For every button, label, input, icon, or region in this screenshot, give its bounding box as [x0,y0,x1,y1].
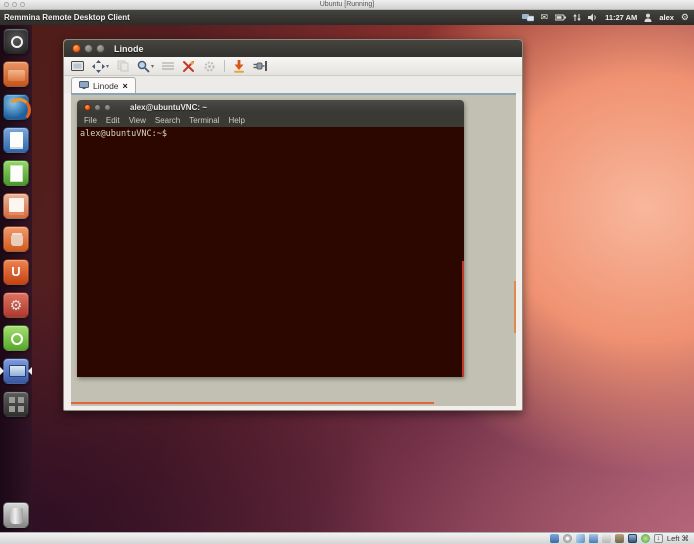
menu-search[interactable]: Search [155,116,180,125]
shell-prompt: alex@ubuntuVNC:~$ [77,127,464,141]
battery-icon[interactable] [555,14,566,21]
unity-launcher [0,25,32,532]
launcher-software-updater[interactable] [3,325,29,351]
tab-display-icon [79,81,89,91]
window-close-button[interactable] [72,44,81,53]
launcher-workspace-switcher[interactable] [3,391,29,417]
connection-tab-linode[interactable]: Linode × [71,77,136,93]
fit-window-icon[interactable]: ▾ [92,60,109,73]
launcher-system-settings[interactable] [3,292,29,318]
usb-icon[interactable] [602,534,611,543]
launcher-remmina[interactable] [3,358,29,384]
mail-icon[interactable]: ✉ [541,13,549,22]
terminal-titlebar[interactable]: alex@ubuntuVNC: ~ [77,100,464,114]
menu-file[interactable]: File [84,116,97,125]
ubuntu-top-panel: Remmina Remote Desktop Client ✉ 11:27 AM… [0,10,694,25]
launcher-home-folder[interactable] [3,61,29,87]
network-arrows-icon[interactable] [573,13,581,22]
launcher-libreoffice-calc[interactable] [3,160,29,186]
render-artifact-red-line [462,261,464,377]
remote-terminal-window[interactable]: alex@ubuntuVNC: ~ File Edit View Search … [77,100,464,377]
tab-label: Linode [93,81,119,91]
launcher-libreoffice-writer[interactable] [3,127,29,153]
toolbar-separator [224,60,225,72]
zoom-dropdown-icon[interactable]: ▾ [151,63,154,70]
remmina-tabbar: Linode × [64,76,522,93]
window-maximize-button[interactable] [96,44,105,53]
session-gear-icon[interactable]: ⚙ [681,13,689,22]
preferences-icon [203,60,216,73]
running-indicator-arrow [0,367,4,375]
launcher-libreoffice-impress[interactable] [3,193,29,219]
menu-terminal[interactable]: Terminal [189,116,219,125]
shared-folders-icon[interactable] [615,534,624,543]
terminal-close-button[interactable] [84,104,91,111]
fit-window-dropdown-icon[interactable]: ▾ [106,63,109,70]
copy-icon [117,60,129,72]
network-icon[interactable] [589,534,598,543]
terminal-title: alex@ubuntuVNC: ~ [130,103,207,112]
remmina-window: Linode ▾ ▾ [63,39,523,411]
launcher-trash[interactable] [3,502,29,528]
display-icon[interactable] [628,534,637,543]
render-artifact-orange-line [71,402,434,404]
remote-display-icon[interactable] [522,13,534,22]
panel-clock[interactable]: 11:27 AM [605,13,637,22]
remmina-titlebar[interactable]: Linode [64,40,522,57]
launcher-ubuntu-one[interactable] [3,259,29,285]
floppy-icon[interactable] [576,534,585,543]
window-minimize-button[interactable] [84,44,93,53]
launcher-software-center[interactable] [3,226,29,252]
render-artifact-orange-segment [514,281,516,333]
panel-username[interactable]: alex [659,13,674,22]
terminal-menubar: File Edit View Search Terminal Help [77,114,464,127]
terminal-minimize-button[interactable] [94,104,101,111]
cd-icon[interactable] [563,534,572,543]
panel-app-title[interactable]: Remmina Remote Desktop Client [4,13,130,22]
keyboard-icon: ↓ [654,534,663,543]
tools-icon[interactable] [182,60,195,73]
menu-edit[interactable]: Edit [106,116,120,125]
scaled-mode-icon [162,61,174,71]
vnc-remote-viewport[interactable]: alex@ubuntuVNC: ~ File Edit View Search … [71,93,516,406]
virtualbox-host-window: Ubuntu [Running] Remmina Remote Desktop … [0,0,694,544]
vbox-titlebar: Ubuntu [Running] [0,0,694,10]
mouse-integration-icon[interactable] [641,534,650,543]
launcher-firefox[interactable] [3,94,29,120]
hdd-icon[interactable] [550,534,559,543]
remmina-window-title: Linode [114,44,144,54]
tab-close-icon[interactable]: × [123,81,128,91]
host-key-label: Left ⌘ [667,534,689,543]
focused-indicator-arrow [28,367,32,375]
zoom-icon[interactable]: ▾ [137,60,154,73]
grab-keyboard-icon[interactable] [233,60,245,73]
disconnect-icon[interactable] [253,60,268,72]
terminal-maximize-button[interactable] [104,104,111,111]
menu-view[interactable]: View [129,116,146,125]
launcher-ubuntu-dash[interactable] [3,28,29,54]
terminal-screen[interactable]: alex@ubuntuVNC:~$ [77,127,464,377]
menu-help[interactable]: Help [228,116,244,125]
vbox-statusbar: ↓ Left ⌘ [0,532,694,544]
user-icon[interactable] [644,13,652,22]
fullscreen-icon[interactable] [71,61,84,72]
vbox-window-title: Ubuntu [Running] [0,1,694,8]
volume-icon[interactable] [588,13,598,22]
remmina-toolbar: ▾ ▾ [64,57,522,76]
